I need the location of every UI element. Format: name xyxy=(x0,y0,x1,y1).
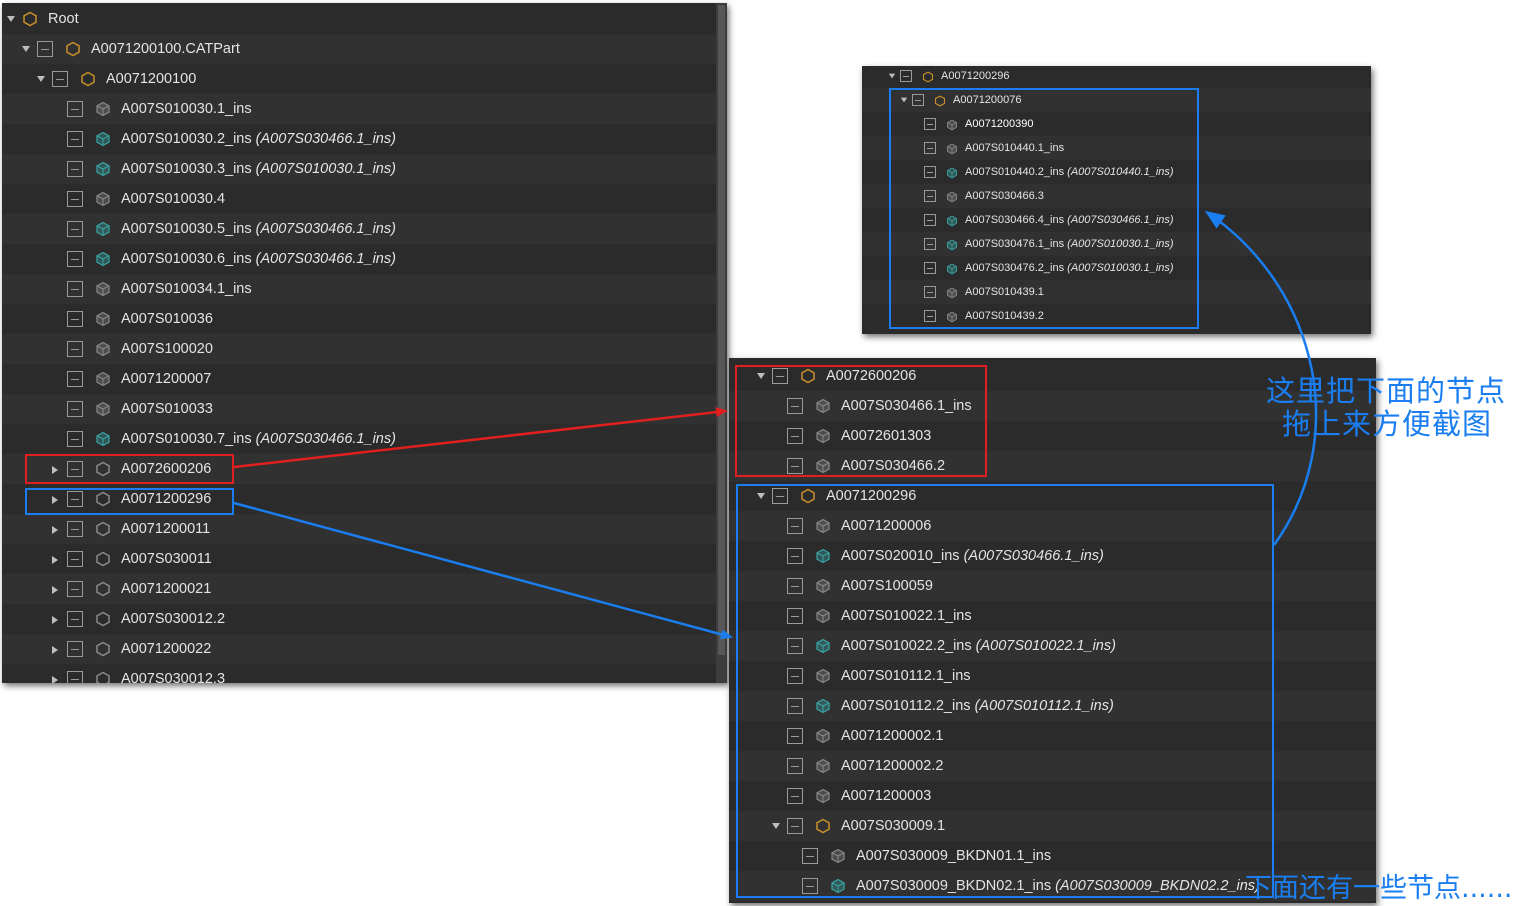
annotation-arrows xyxy=(233,210,1318,640)
note-more-nodes: 下面还有一些节点...... xyxy=(1245,873,1513,904)
note-drag-line2: 拖上来方便截图 xyxy=(1282,407,1493,441)
blue-arrow xyxy=(233,501,733,640)
red-arrow xyxy=(233,407,728,469)
